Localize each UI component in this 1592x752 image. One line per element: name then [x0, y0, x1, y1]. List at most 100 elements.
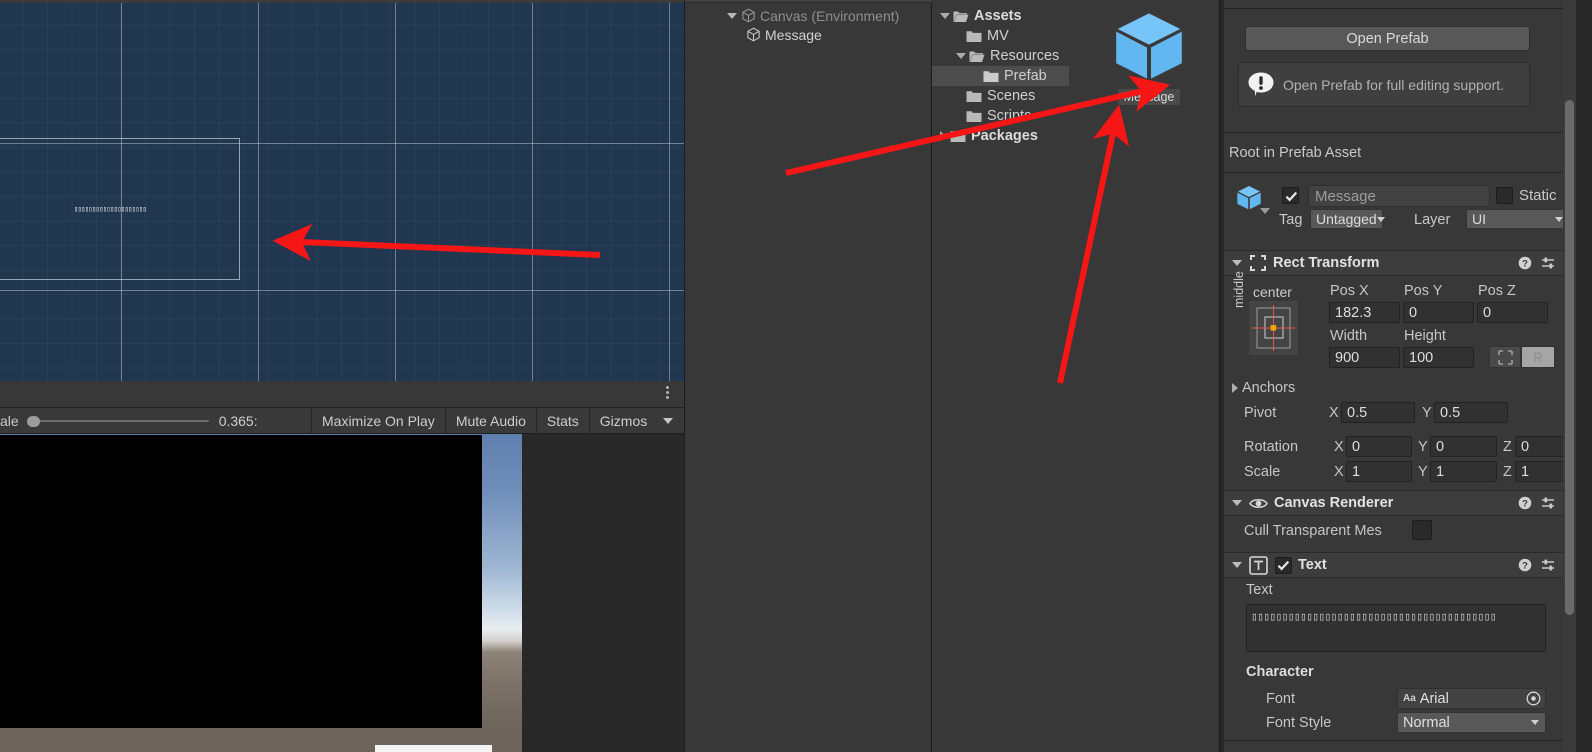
game-view-bottom-chip — [375, 745, 492, 752]
anchor-preset-side-label: middle — [1232, 271, 1246, 308]
inspector-scrollbar-thumb[interactable] — [1565, 100, 1574, 615]
rot-x-axis-label: X — [1334, 439, 1344, 455]
project-item-scenes[interactable]: Scenes — [932, 86, 1069, 106]
project-item-label: Scenes — [987, 88, 1036, 104]
pos-y-input[interactable]: 0 — [1403, 302, 1474, 323]
chevron-down-icon[interactable] — [1260, 208, 1270, 214]
project-item-prefab[interactable]: Prefab — [932, 66, 1069, 86]
text-value-textarea[interactable]: ▯▯▯▯▯▯▯▯▯▯▯▯▯▯▯▯▯▯▯▯▯▯▯▯▯▯▯▯▯▯▯▯▯▯▯▯▯▯▯▯ — [1246, 604, 1546, 652]
canvas-renderer-header[interactable]: Canvas Renderer ? — [1224, 490, 1579, 516]
font-object-field[interactable]: Aa Arial — [1397, 688, 1546, 709]
gizmos-button[interactable]: Gizmos — [589, 408, 658, 433]
pos-x-input[interactable]: 182.3 — [1329, 302, 1400, 323]
asset-label: Message — [1117, 89, 1181, 105]
project-folder-tree[interactable]: Assets MV Resources Prefab Scenes Script… — [932, 6, 1069, 146]
scale-slider-track — [26, 419, 209, 422]
folder-open-icon — [953, 11, 969, 22]
prefab-help-box: Open Prefab for full editing support. — [1238, 62, 1530, 107]
chevron-down-icon[interactable] — [956, 53, 966, 59]
pivot-y-input[interactable]: 0.5 — [1434, 402, 1508, 423]
help-icon[interactable]: ? — [1518, 256, 1532, 270]
font-label: Font — [1266, 691, 1296, 707]
font-style-value: Normal — [1403, 714, 1450, 731]
stats-button[interactable]: Stats — [536, 408, 590, 433]
svg-text:?: ? — [1522, 561, 1528, 572]
rotation-y-input[interactable]: 0 — [1430, 436, 1497, 457]
component-title: Text — [1298, 557, 1327, 573]
layer-dropdown[interactable]: UI — [1466, 209, 1569, 229]
inspector-scrollbar[interactable] — [1563, 0, 1576, 752]
help-icon[interactable]: ? — [1518, 496, 1532, 510]
width-input[interactable]: 900 — [1329, 347, 1400, 368]
pivot-x-input[interactable]: 0.5 — [1341, 402, 1415, 423]
gizmos-dropdown-button[interactable] — [657, 408, 680, 433]
tag-dropdown[interactable]: Untagged — [1310, 209, 1385, 229]
hierarchy-item-canvas[interactable]: Canvas (Environment) — [685, 6, 931, 25]
rotation-x-input[interactable]: 0 — [1346, 436, 1412, 457]
text-component-enabled-checkbox[interactable] — [1275, 556, 1292, 574]
scale-value: 0.365: — [218, 412, 258, 429]
rect-transform-header[interactable]: Rect Transform ? — [1224, 250, 1579, 276]
tag-value: Untagged — [1316, 211, 1377, 227]
cull-transparent-mesh-checkbox[interactable] — [1412, 520, 1432, 540]
hierarchy-item-message[interactable]: Message — [685, 25, 931, 44]
rect-transform-icon — [1250, 255, 1266, 271]
anchors-foldout[interactable]: Anchors — [1232, 380, 1295, 396]
hierarchy-panel[interactable]: Canvas (Environment) Message — [684, 0, 933, 752]
text-component-icon — [1249, 555, 1268, 575]
open-prefab-button[interactable]: Open Prefab — [1245, 26, 1530, 51]
font-style-dropdown[interactable]: Normal — [1397, 712, 1546, 733]
anchor-preset-widget[interactable] — [1249, 301, 1298, 355]
scale-label: ale — [0, 412, 19, 429]
gameobject-name-input[interactable]: Message — [1308, 185, 1490, 207]
text-component-body: Text ▯▯▯▯▯▯▯▯▯▯▯▯▯▯▯▯▯▯▯▯▯▯▯▯▯▯▯▯▯▯▯▯▯▯▯… — [1224, 578, 1579, 752]
project-item-assets[interactable]: Assets — [932, 6, 1069, 26]
project-item-packages[interactable]: Packages — [932, 126, 1069, 146]
height-label: Height — [1404, 328, 1446, 344]
inspector-panel[interactable]: Open Prefab Open Prefab for full editing… — [1220, 0, 1592, 752]
rot-y-axis-label: Y — [1418, 439, 1428, 455]
rot-z-axis-label: Z — [1503, 439, 1512, 455]
scale-x-input[interactable]: 1 — [1346, 461, 1412, 482]
game-view[interactable] — [0, 434, 684, 752]
scale-slider-thumb[interactable] — [26, 415, 40, 427]
text-component-header[interactable]: Text ? — [1224, 552, 1579, 578]
preset-icon[interactable] — [1541, 558, 1556, 572]
pivot-label: Pivot — [1244, 405, 1277, 421]
project-item-resources[interactable]: Resources — [932, 46, 1069, 66]
game-view-menu-icon[interactable] — [660, 386, 674, 402]
scene-view[interactable]: ▯▯▯▯▯▯▯▯▯▯▯▯▯▯▯▯▯▯▯▯ — [0, 0, 684, 381]
scale-slider[interactable] — [26, 414, 209, 428]
chevron-right-icon[interactable] — [940, 131, 946, 141]
raw-edit-mode-button[interactable]: R — [1521, 346, 1555, 368]
help-icon[interactable]: ? — [1518, 558, 1532, 572]
blueprint-mode-button[interactable] — [1489, 346, 1521, 368]
svg-text:?: ? — [1522, 259, 1528, 270]
project-item-scripts[interactable]: Scripts — [932, 106, 1069, 126]
asset-grid-item-message[interactable]: Message — [1089, 0, 1209, 105]
project-panel[interactable]: Assets MV Resources Prefab Scenes Script… — [932, 0, 1220, 752]
eye-icon — [1249, 498, 1268, 508]
chevron-down-icon[interactable] — [727, 12, 737, 19]
static-checkbox[interactable] — [1496, 187, 1513, 204]
chevron-down-icon[interactable] — [940, 13, 950, 19]
project-item-mv[interactable]: MV — [932, 26, 1069, 46]
mute-audio-button[interactable]: Mute Audio — [445, 408, 537, 433]
cull-transparent-mesh-label: Cull Transparent Mes — [1244, 523, 1382, 539]
scale-control-group[interactable]: ale 0.365: — [0, 408, 312, 433]
height-input[interactable]: 100 — [1403, 347, 1474, 368]
chevron-down-icon[interactable] — [1232, 500, 1242, 506]
preset-icon[interactable] — [1541, 256, 1556, 270]
maximize-on-play-button[interactable]: Maximize On Play — [312, 408, 446, 433]
preset-icon[interactable] — [1541, 496, 1556, 510]
pos-z-input[interactable]: 0 — [1477, 302, 1548, 323]
chevron-down-icon[interactable] — [1232, 562, 1242, 568]
chevron-down-icon[interactable] — [1232, 260, 1242, 266]
gameobject-enabled-checkbox[interactable] — [1282, 187, 1299, 204]
width-label: Width — [1330, 328, 1368, 344]
object-picker-icon[interactable] — [1526, 691, 1541, 706]
font-value: Arial — [1419, 690, 1449, 707]
scale-y-input[interactable]: 1 — [1430, 461, 1497, 482]
folder-icon — [966, 90, 982, 102]
scale-y-axis-label: Y — [1418, 464, 1428, 480]
